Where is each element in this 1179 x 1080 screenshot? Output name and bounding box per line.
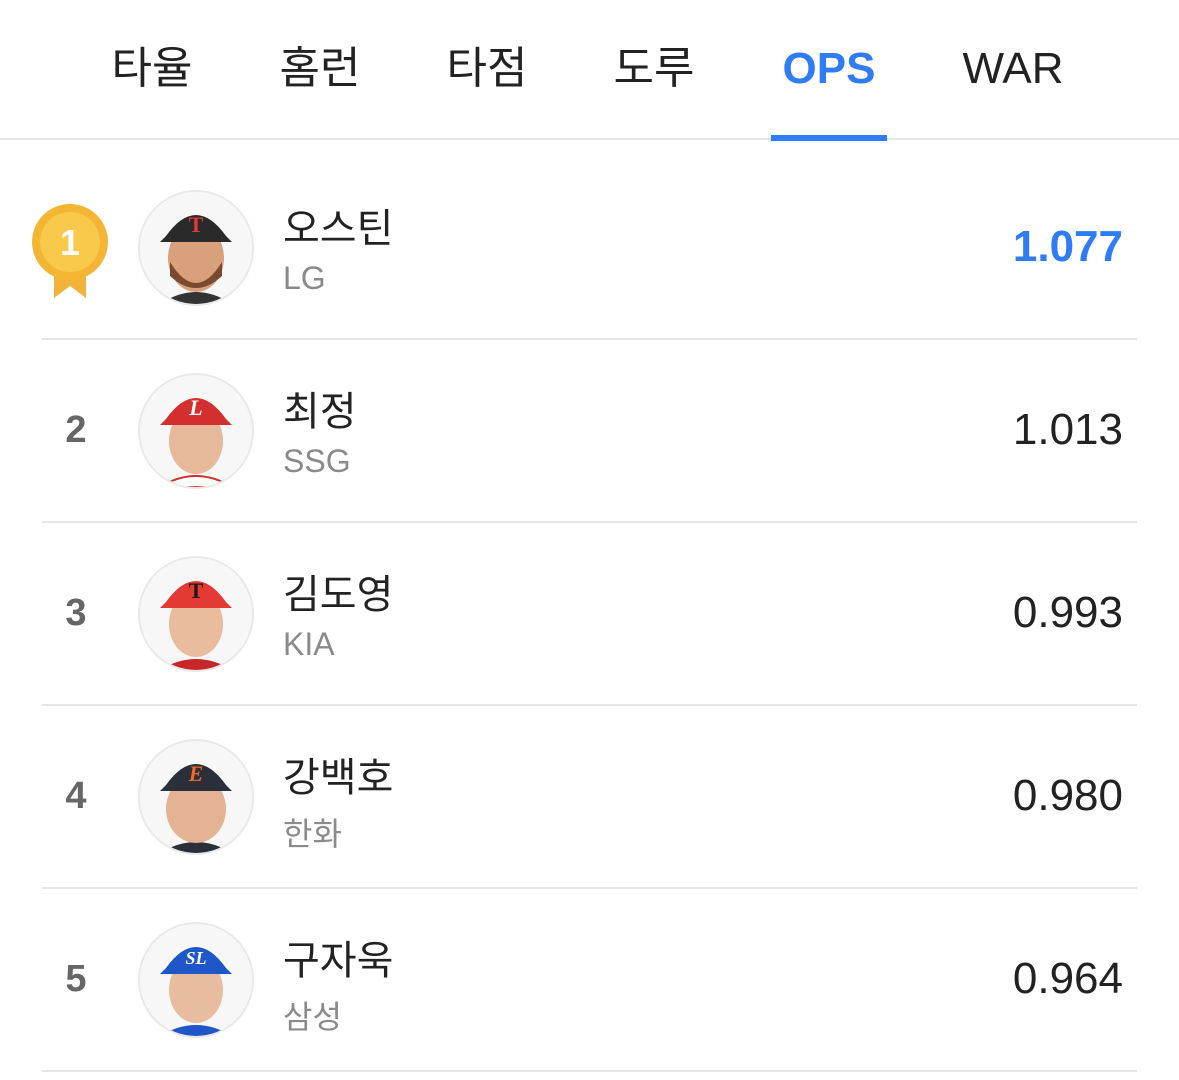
tab-rbi[interactable]: 타점 bbox=[447, 38, 528, 100]
ops-value: 0.964 bbox=[1012, 954, 1123, 1003]
player-photo: L bbox=[140, 375, 252, 487]
player-name: 최정 bbox=[283, 390, 357, 434]
player-name: 강백호 bbox=[283, 756, 394, 800]
tab-stolen-bases[interactable]: 도루 bbox=[614, 38, 695, 100]
tab-ops[interactable]: OPS bbox=[783, 38, 876, 100]
ranking-row[interactable]: 4 E 강백호 한화 0.980 bbox=[42, 707, 1137, 889]
rank-number: 2 bbox=[65, 409, 87, 451]
player-name: 김도영 bbox=[283, 573, 394, 617]
player-photo: E bbox=[140, 741, 252, 853]
player-avatar[interactable]: E bbox=[138, 739, 254, 855]
tab-batting-average[interactable]: 타율 bbox=[112, 38, 193, 100]
ops-value: 1.013 bbox=[1012, 405, 1123, 454]
rank-number: 1 bbox=[60, 222, 80, 263]
player-avatar[interactable]: T bbox=[138, 190, 254, 306]
active-tab-indicator bbox=[771, 135, 887, 141]
team-name: LG bbox=[283, 260, 326, 296]
ops-value: 0.980 bbox=[1012, 771, 1123, 820]
ranking-row[interactable]: 2 L 최정 SSG 1.013 bbox=[42, 341, 1137, 523]
team-name: 한화 bbox=[283, 816, 342, 852]
team-logo-icon: T bbox=[189, 212, 204, 237]
player-avatar[interactable]: L bbox=[138, 373, 254, 489]
player-name: 구자욱 bbox=[283, 939, 394, 983]
rank-number: 4 bbox=[65, 775, 87, 817]
player-avatar[interactable]: SL bbox=[138, 922, 254, 1038]
tab-war[interactable]: WAR bbox=[962, 38, 1063, 100]
team-name: SSG bbox=[283, 443, 351, 479]
team-logo-icon: T bbox=[189, 578, 204, 603]
player-photo: T bbox=[140, 558, 252, 670]
team-name: 삼성 bbox=[283, 999, 342, 1035]
ranking-row[interactable]: 1 T 오스틴 LG 1.077 bbox=[32, 158, 1137, 340]
ops-value: 1.077 bbox=[1012, 222, 1123, 271]
gold-medal-icon: 1 bbox=[32, 204, 108, 298]
tab-home-runs[interactable]: 홈런 bbox=[280, 38, 361, 100]
player-avatar[interactable]: T bbox=[138, 556, 254, 672]
stat-tab-bar: 타율 홈런 타점 도루 OPS WAR bbox=[0, 0, 1179, 141]
ranking-row[interactable]: 3 T 김도영 KIA 0.993 bbox=[42, 524, 1137, 706]
team-logo-icon: L bbox=[188, 395, 202, 420]
player-name: 오스틴 bbox=[283, 207, 394, 251]
rank-number: 5 bbox=[65, 958, 87, 1000]
team-logo-icon: SL bbox=[185, 948, 206, 968]
team-name: KIA bbox=[283, 626, 335, 662]
player-photo: T bbox=[140, 192, 252, 304]
ops-value: 0.993 bbox=[1012, 588, 1123, 637]
ranking-row[interactable]: 5 SL 구자욱 삼성 0.964 bbox=[42, 890, 1137, 1072]
rank-number: 3 bbox=[65, 592, 87, 634]
player-photo: SL bbox=[140, 924, 252, 1036]
team-logo-icon: E bbox=[188, 761, 204, 786]
